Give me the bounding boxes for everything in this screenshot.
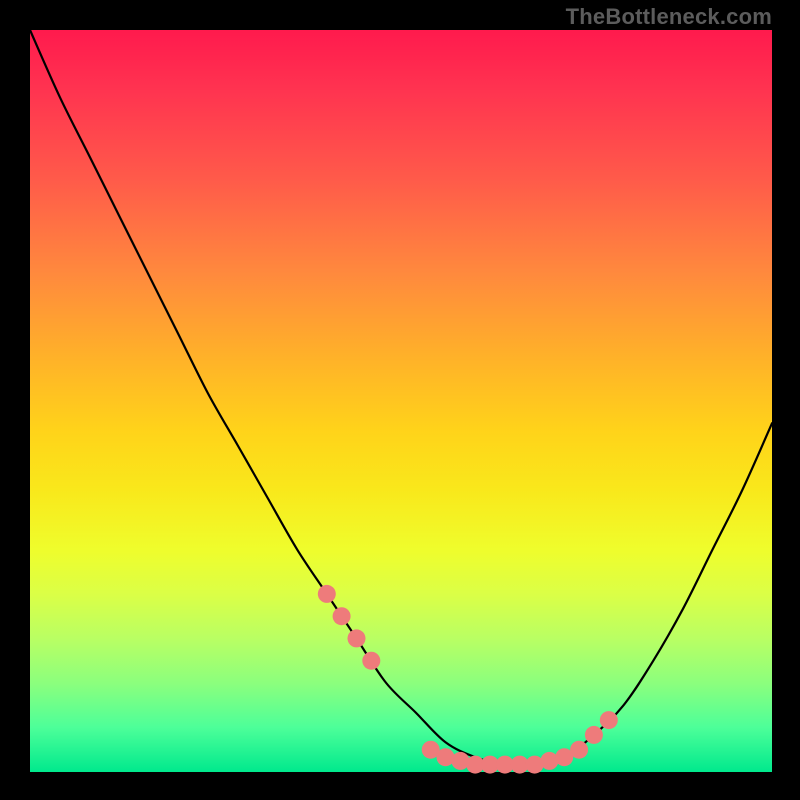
marker-dot (600, 711, 618, 729)
chart-container: TheBottleneck.com (0, 0, 800, 800)
marker-dot (570, 741, 588, 759)
marker-dot (318, 585, 336, 603)
highlighted-points (318, 585, 618, 774)
marker-dot (333, 607, 351, 625)
bottleneck-curve (30, 30, 772, 766)
chart-overlay (30, 30, 772, 772)
watermark-label: TheBottleneck.com (566, 4, 772, 30)
marker-dot (348, 629, 366, 647)
marker-dot (362, 652, 380, 670)
marker-dot (585, 726, 603, 744)
